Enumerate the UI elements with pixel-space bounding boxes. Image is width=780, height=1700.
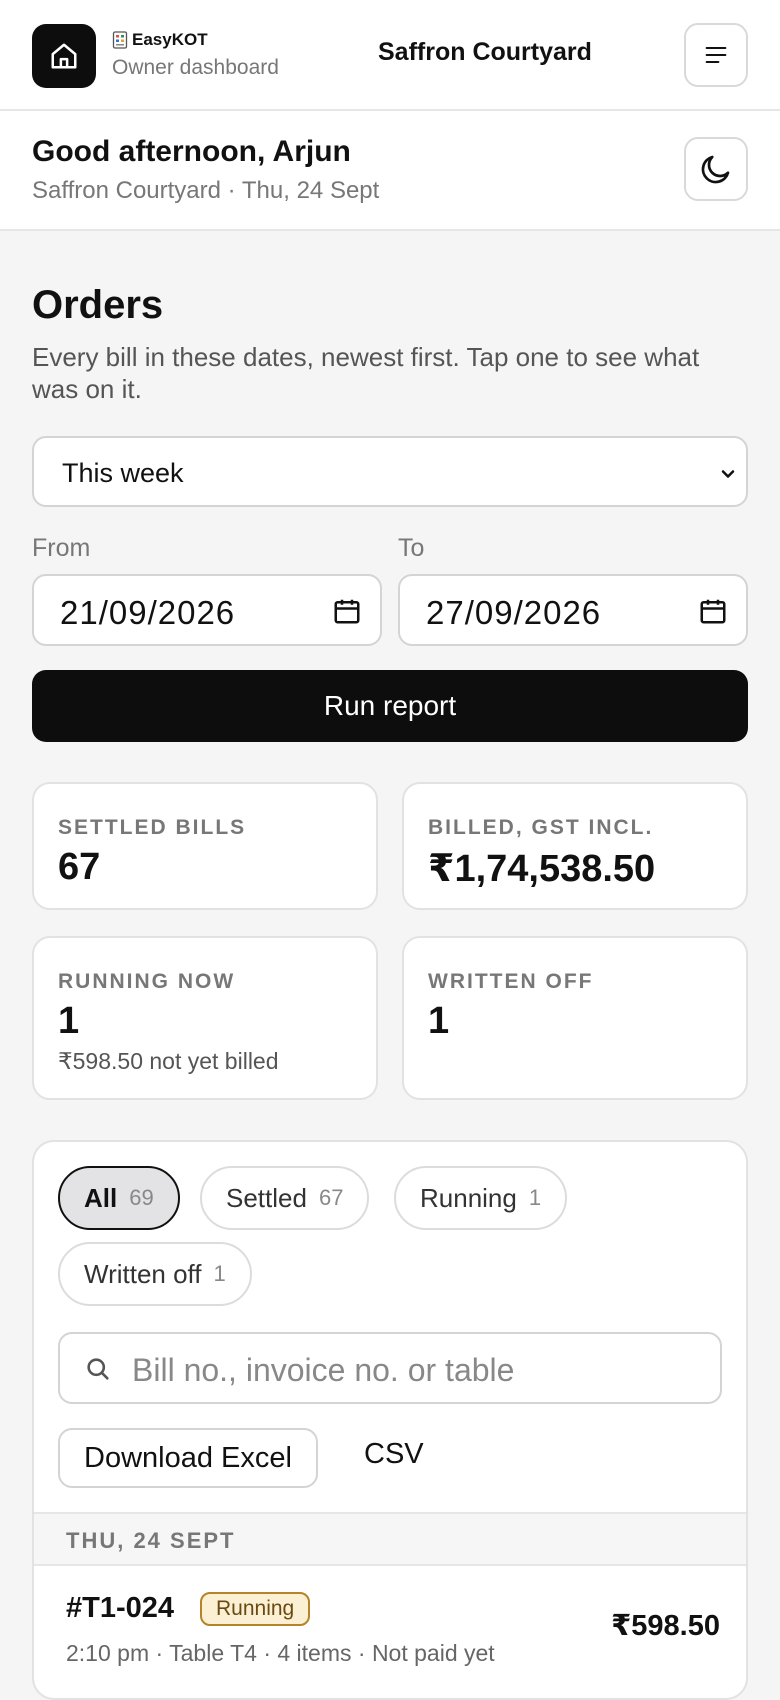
from-date-value: 21/09/2026 — [60, 594, 236, 631]
stat-value: ₹1,74,538.50 — [428, 848, 656, 890]
chip-label: All — [84, 1182, 118, 1213]
page-title: Orders — [32, 283, 164, 327]
stat-card-written-off: WRITTEN OFF 1 — [402, 936, 748, 1100]
date-range-value: This week — [62, 458, 184, 488]
page-description: Every bill in these dates, newest first.… — [32, 342, 700, 404]
filter-chip-written-off[interactable]: Written off 1 — [58, 1242, 252, 1306]
download-excel-button[interactable]: Download Excel — [58, 1428, 318, 1488]
chip-count: 69 — [129, 1185, 154, 1210]
filter-chip-settled[interactable]: Settled 67 — [200, 1166, 370, 1230]
chip-count: 1 — [528, 1185, 542, 1210]
home-icon — [51, 43, 77, 69]
stat-note: ₹598.50 not yet billed — [58, 1048, 279, 1074]
to-date-field[interactable]: 27/09/2026 — [398, 574, 748, 646]
venue-title: Saffron Courtyard — [378, 38, 592, 66]
calendar-icon[interactable] — [332, 596, 362, 626]
to-date-value: 27/09/2026 — [426, 594, 602, 631]
day-heading: THU, 24 SEPT — [34, 1512, 746, 1566]
greeting-subtitle: Saffron Courtyard · Thu, 24 Sept — [32, 177, 380, 204]
brand-subtitle: Owner dashboard — [112, 56, 279, 79]
stat-card-running-now: RUNNING NOW 1 ₹598.50 not yet billed — [32, 936, 378, 1100]
stat-card-settled-bills: SETTLED BILLS 67 — [32, 782, 378, 910]
stat-value: 1 — [58, 1000, 80, 1042]
chip-label: Written off — [84, 1258, 202, 1289]
theme-toggle-button[interactable] — [684, 137, 748, 201]
stat-label: SETTLED BILLS — [58, 816, 247, 839]
stat-value: 1 — [428, 1000, 450, 1042]
status-badge: Running — [200, 1592, 311, 1626]
order-search-input[interactable]: Bill no., invoice no. or table — [58, 1332, 722, 1404]
home-button[interactable] — [32, 24, 96, 88]
receipt-icon — [112, 31, 128, 49]
moon-icon — [701, 155, 730, 184]
search-placeholder: Bill no., invoice no. or table — [132, 1352, 515, 1388]
date-range-select[interactable]: This week — [32, 436, 748, 507]
csv-button[interactable]: CSV — [364, 1438, 424, 1471]
greeting-title: Good afternoon, Arjun — [32, 135, 351, 168]
stat-label: WRITTEN OFF — [428, 970, 594, 993]
order-bill-number: #T1-024 — [66, 1592, 175, 1624]
chip-count: 67 — [318, 1185, 344, 1210]
run-report-button[interactable]: Run report — [32, 670, 748, 742]
orders-card: All 69 Settled 67 Running 1 Written off … — [32, 1140, 748, 1700]
calendar-icon[interactable] — [698, 596, 728, 626]
brand: EasyKOT Owner dashboard — [112, 30, 279, 80]
top-bar: EasyKOT Owner dashboard Saffron Courtyar… — [0, 0, 780, 111]
brand-name: EasyKOT — [132, 30, 208, 49]
chip-label: Settled — [226, 1182, 307, 1213]
day-heading-text: THU, 24 SEPT — [66, 1528, 236, 1553]
chip-label: Running — [420, 1182, 517, 1213]
from-date-field[interactable]: 21/09/2026 — [32, 574, 382, 646]
greeting-bar: Good afternoon, Arjun Saffron Courtyard … — [0, 111, 780, 231]
from-label: From — [32, 534, 91, 562]
menu-icon — [705, 46, 727, 64]
search-icon — [87, 1358, 109, 1380]
to-label: To — [398, 534, 425, 562]
brand-name-line: EasyKOT — [112, 30, 279, 50]
stat-label: BILLED, GST INCL. — [428, 816, 654, 839]
stat-card-billed: BILLED, GST INCL. ₹1,74,538.50 — [402, 782, 748, 910]
filter-chip-all[interactable]: All 69 — [58, 1166, 180, 1230]
order-meta: 2:10 pm · Table T4 · 4 items · Not paid … — [66, 1640, 495, 1666]
order-row[interactable]: #T1-024 Running 2:10 pm · Table T4 · 4 i… — [34, 1566, 746, 1686]
order-amount: ₹598.50 — [611, 1610, 720, 1642]
menu-button[interactable] — [684, 23, 748, 87]
stat-value: 67 — [58, 846, 101, 888]
chevron-down-icon — [721, 470, 735, 478]
stat-label: RUNNING NOW — [58, 970, 236, 993]
chip-count: 1 — [213, 1261, 226, 1286]
filter-chip-running[interactable]: Running 1 — [394, 1166, 568, 1230]
